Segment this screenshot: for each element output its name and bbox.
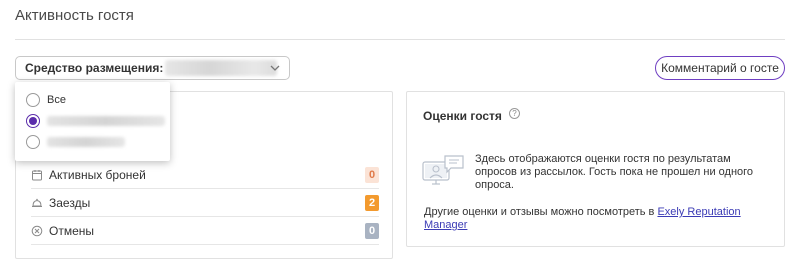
page-title: Активность гостя (15, 7, 134, 24)
guest-comment-button[interactable]: Комментарий о госте (655, 56, 785, 80)
option-label (47, 116, 165, 126)
cancel-circle-icon (31, 225, 43, 237)
dropdown-option-property-1[interactable] (26, 113, 165, 129)
chevron-down-icon (270, 65, 280, 71)
stat-row-active-bookings: Активных броней 0 (31, 161, 379, 189)
option-label (47, 137, 125, 147)
stat-label: Отмены (49, 223, 95, 238)
bell-icon (31, 197, 43, 209)
feedback-illustration-icon (422, 155, 464, 185)
property-dropdown-menu: Все (15, 82, 170, 161)
option-label: Все (47, 94, 66, 106)
stat-label: Заезды (49, 195, 91, 210)
ratings-empty-description: Здесь отображаются оценки гостя по резул… (475, 153, 754, 191)
stat-row-checkins: Заезды 2 (31, 189, 379, 217)
question-circle-icon[interactable]: ? (509, 108, 520, 119)
radio-button[interactable] (26, 93, 40, 107)
other-ratings-prefix: Другие оценки и отзывы можно посмотреть … (424, 206, 658, 218)
calendar-icon (31, 169, 43, 181)
title-divider (15, 39, 785, 40)
radio-button-selected[interactable] (26, 114, 40, 128)
property-select[interactable]: Средство размещения: (15, 56, 290, 80)
other-ratings-note: Другие оценки и отзывы можно посмотреть … (424, 206, 769, 232)
ratings-title: Оценки гостя (423, 109, 502, 123)
stat-row-cancellations: Отмены 0 (31, 217, 379, 245)
stat-count-badge: 0 (365, 166, 379, 183)
stat-count-badge: 0 (365, 222, 379, 239)
dropdown-option-all[interactable]: Все (26, 92, 66, 108)
guest-ratings-panel: Оценки гостя ? Здесь отображаются оценки… (406, 91, 785, 247)
dropdown-option-property-2[interactable] (26, 134, 125, 150)
property-select-label: Средство размещения: (25, 61, 164, 75)
stat-count-badge: 2 (365, 194, 379, 211)
stat-label: Активных броней (49, 167, 146, 182)
property-select-value (165, 60, 278, 76)
radio-button[interactable] (26, 135, 40, 149)
